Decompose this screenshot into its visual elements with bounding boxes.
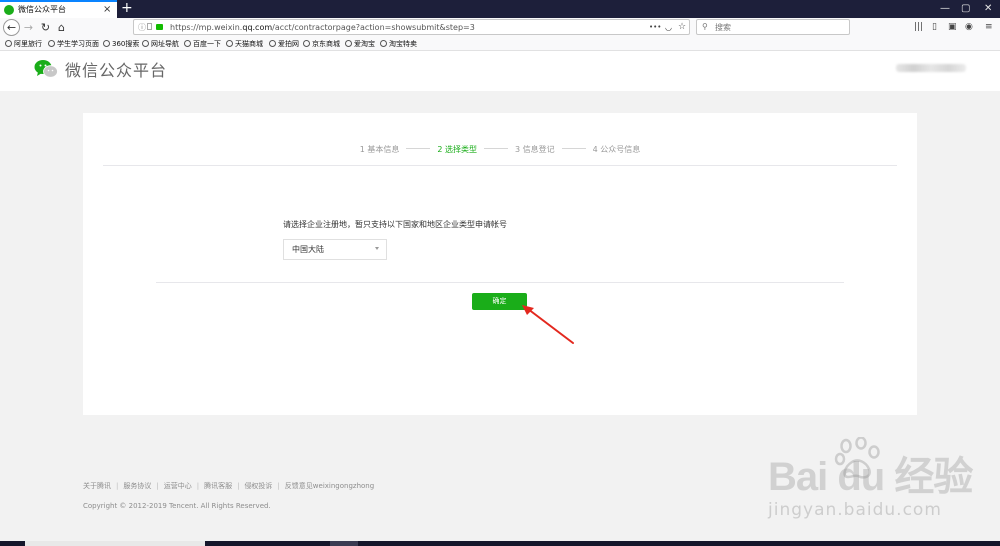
globe-icon [103,40,110,47]
forward-arrow-icon[interactable]: → [20,19,37,36]
wechat-logo-icon[interactable] [34,59,58,79]
wechat-favicon-icon [4,5,14,15]
footer-separator: | [196,482,200,490]
footer-link[interactable]: 反馈意见weixingongzhong [285,482,374,490]
globe-icon [345,40,352,47]
step-indicator: 1 基本信息 2 选择类型 3 信息登记 4 公众号信息 [83,145,917,155]
tab-title: 微信公众平台 [18,5,66,14]
footer-separator: | [116,482,119,490]
globe-icon [269,40,276,47]
taskbar-active-app[interactable] [25,541,205,546]
footer-link[interactable]: 侵权投诉 [244,482,272,490]
back-arrow-icon[interactable]: ← [3,19,20,36]
globe-icon [184,40,191,47]
sidebar-icon[interactable]: ▯ [932,21,937,33]
bookmark-item[interactable]: 网址导航 [142,38,179,50]
minimize-icon[interactable]: — [940,2,950,16]
bookmark-item[interactable]: 360搜索 [103,38,139,50]
home-icon[interactable]: ⌂ [53,19,70,36]
step-divider [406,148,431,149]
browser-tab-strip [0,0,1000,18]
reload-icon[interactable]: ↻ [37,19,54,36]
baidu-watermark-url: jingyan.baidu.com [768,500,942,520]
bookmark-item[interactable]: 爱淘宝 [345,38,375,50]
bookmark-item[interactable]: 阿里旅行 [5,38,42,50]
brand-title[interactable]: 微信公众平台 [65,60,167,82]
baidu-watermark-brand: Bai du 经验 [768,455,973,499]
step-2-active: 2 选择类型 [437,145,477,154]
globe-icon [142,40,149,47]
step-3: 3 信息登记 [515,145,555,154]
address-bar[interactable]: ⓘ https://mp.weixin.qq.com/acct/contract… [133,19,690,35]
footer-separator: | [277,482,280,490]
footer-link[interactable]: 关于腾讯 [83,482,111,490]
account-name-blurred[interactable] [896,64,966,72]
registration-card: 1 基本信息 2 选择类型 3 信息登记 4 公众号信息 请选择企业注册地，暂只支持以… [83,113,917,415]
search-input[interactable]: 搜索 [715,21,731,34]
url-text[interactable]: https://mp.weixin.qq.com/acct/contractor… [170,21,475,34]
bookmark-item[interactable]: 天猫商城 [226,38,263,50]
form-divider [156,282,844,283]
region-select[interactable]: 中国大陆 [283,239,387,260]
globe-icon [226,40,233,47]
lock-icon[interactable] [156,24,163,30]
page-icon [147,23,152,30]
footer-links: 关于腾讯 | 服务协议 | 运营中心 | 腾讯客服 | 侵权投诉 | 反馈意见weixingongz… [83,481,374,491]
container-icon[interactable]: ▣ [948,21,957,33]
search-bar[interactable]: ⚲ 搜索 [696,19,850,35]
taskbar-app[interactable] [330,541,358,546]
globe-icon [5,40,12,47]
globe-icon [48,40,55,47]
confirm-button[interactable]: 确定 [472,293,527,310]
step-divider [484,148,508,149]
bookmark-item[interactable]: 百度一下 [184,38,221,50]
browser-toolbar: ← → ↻ ⌂ ⓘ https://mp.weixin.qq.com/acct/… [0,18,1000,39]
new-tab-button[interactable]: + [121,0,133,16]
footer-separator: | [237,482,240,490]
bookmark-item[interactable]: 学生学习页面 [48,38,99,50]
copyright-text: Copyright © 2012-2019 Tencent. All Right… [83,502,271,510]
red-pointer-arrow [522,305,574,344]
bookmark-item[interactable]: 淘宝特卖 [380,38,417,50]
close-window-icon[interactable]: ✕ [984,2,992,16]
tab-close-icon[interactable]: × [103,3,111,17]
menu-icon[interactable]: ≡ [985,21,993,33]
pocket-icon[interactable]: ◡ [665,22,672,34]
bookmark-item[interactable]: 京东商城 [303,38,340,50]
region-prompt: 请选择企业注册地，暂只支持以下国家和地区企业类型申请帐号 [283,220,507,229]
maximize-icon[interactable]: ▢ [961,2,970,16]
browser-tab[interactable]: 微信公众平台 × [0,0,117,18]
step-divider [561,148,586,149]
region-selected-value: 中国大陆 [292,245,324,254]
search-icon: ⚲ [702,22,708,31]
footer-link[interactable]: 腾讯客服 [204,482,232,490]
chevron-down-icon [375,247,379,250]
footer-separator: | [156,482,159,490]
globe-icon [380,40,387,47]
page-actions-icon[interactable]: ••• [649,21,661,33]
footer-link[interactable]: 服务协议 [123,482,151,490]
info-icon[interactable]: ⓘ [138,22,146,34]
footer-link[interactable]: 运营中心 [164,482,192,490]
bookmarks-bar: 阿里旅行 学生学习页面 360搜索 网址导航 百度一下 天猫商城 爱拍网 京东商… [0,38,1000,51]
bookmark-star-icon[interactable]: ☆ [678,21,686,33]
account-icon[interactable]: ◉ [965,21,973,33]
step-1: 1 基本信息 [359,145,400,154]
library-icon[interactable]: ||| [914,21,923,33]
globe-icon [303,40,310,47]
bookmark-item[interactable]: 爱拍网 [269,38,299,50]
step-4: 4 公众号信息 [592,145,641,154]
steps-divider [103,165,897,166]
